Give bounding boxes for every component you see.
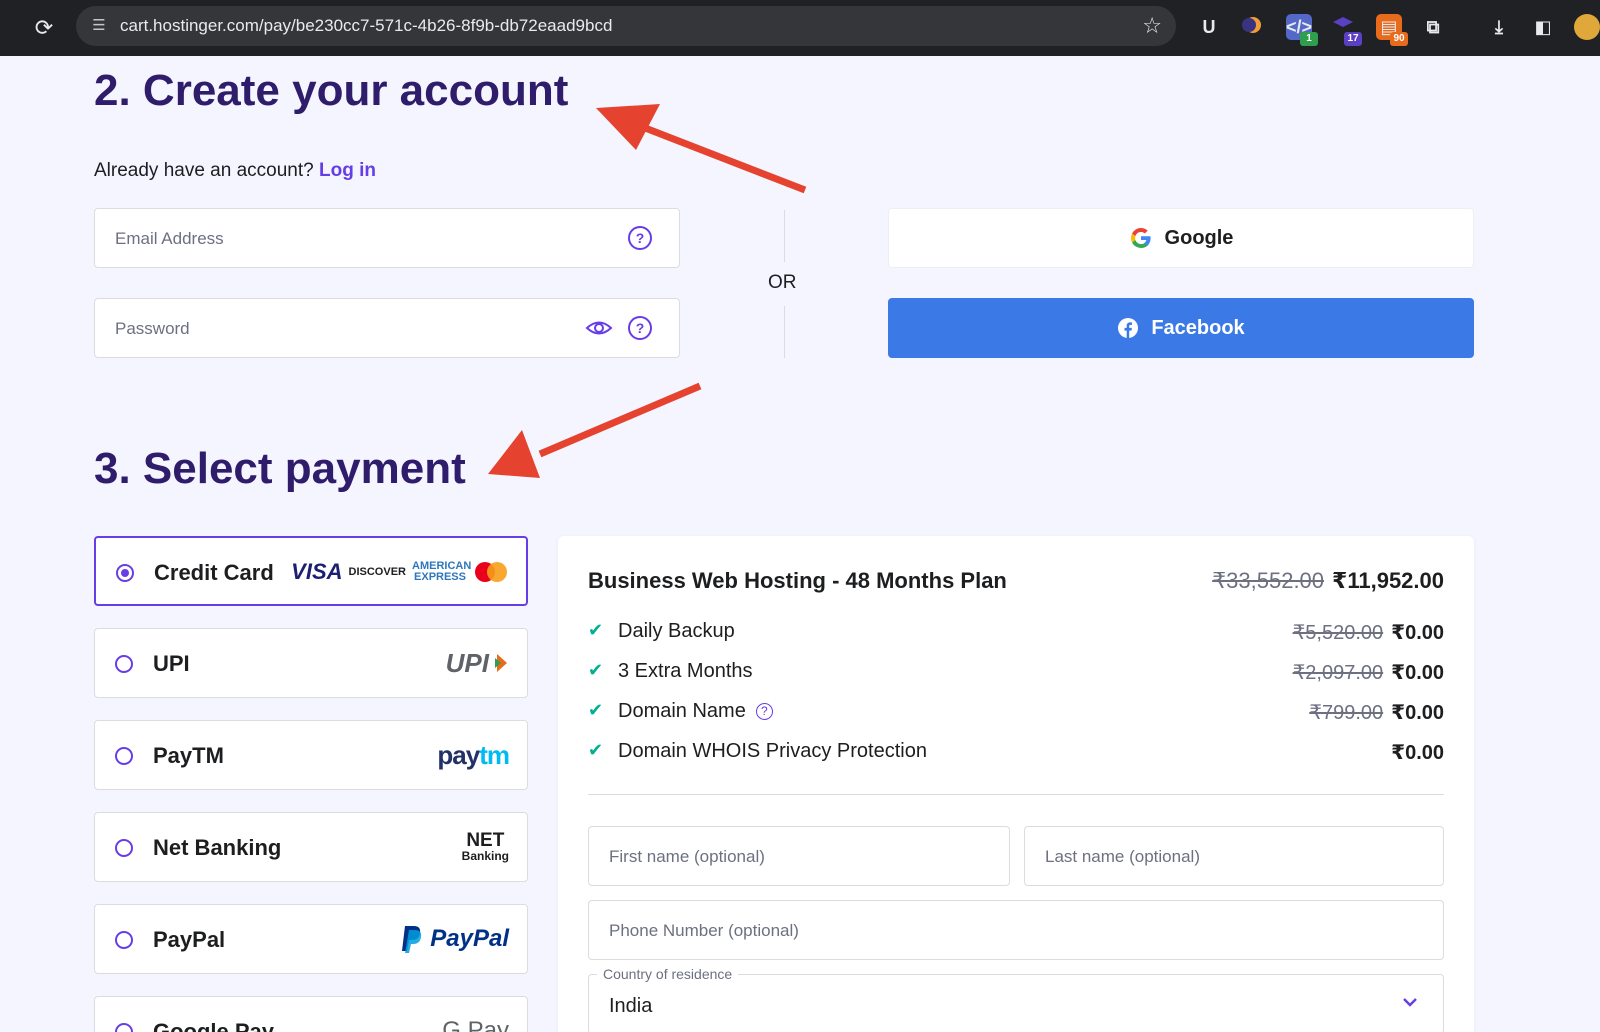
feature-old-price: ₹799.00 xyxy=(1309,702,1384,724)
paypal-logo-text: PayPal xyxy=(430,925,509,952)
domain-help-icon[interactable]: ? xyxy=(755,703,773,720)
annotation-arrow-account xyxy=(596,104,807,194)
feature-name: Daily Backup xyxy=(618,620,735,642)
plan-old-price: ₹33,552.00 xyxy=(1212,568,1325,593)
annotation-arrow-payment xyxy=(488,382,702,478)
country-value: India xyxy=(609,995,653,1017)
visa-logo: VISA xyxy=(291,559,343,584)
country-label: Country of residence xyxy=(597,966,739,982)
paypal-p-icon xyxy=(402,926,422,953)
feature-current-price: ₹0.00 xyxy=(1391,742,1444,764)
payment-option-paytm[interactable]: PayTM paytm xyxy=(94,720,528,790)
feature-price: ₹0.00 xyxy=(1391,740,1444,765)
feature-name-with-help: Domain Name? xyxy=(618,700,773,723)
feature-row: ✔ Domain WHOIS Privacy Protection ₹0.00 xyxy=(588,738,1444,766)
radio-unselected[interactable] xyxy=(115,747,133,765)
mastercard-logo xyxy=(475,562,507,582)
paytm-logo-pay: pay xyxy=(437,739,480,770)
feature-current-price: ₹0.00 xyxy=(1391,622,1444,644)
amex-logo: AMERICAN EXPRESS xyxy=(412,560,472,583)
card-network-logos: VISA DISCOVER AMERICAN EXPRESS xyxy=(291,552,508,592)
feature-name: Domain Name xyxy=(618,700,746,722)
feature-name: Domain WHOIS Privacy Protection xyxy=(618,740,927,762)
chevron-down-icon[interactable] xyxy=(1401,993,1419,1011)
feature-price: ₹799.00 ₹0.00 xyxy=(1309,700,1444,725)
first-name-field[interactable]: First name (optional) xyxy=(588,826,1010,886)
paypal-logo: PayPal xyxy=(400,919,509,959)
feature-row: ✔ 3 Extra Months ₹2,097.00 ₹0.00 xyxy=(588,658,1444,686)
check-icon: ✔ xyxy=(588,740,604,760)
feature-row: ✔ Domain Name? ₹799.00 ₹0.00 xyxy=(588,698,1444,726)
payment-option-paypal[interactable]: PayPal PayPal xyxy=(94,904,528,974)
upi-arrow-icon xyxy=(495,654,507,672)
radio-unselected[interactable] xyxy=(115,655,133,673)
summary-divider xyxy=(588,794,1444,795)
phone-number-field[interactable]: Phone Number (optional) xyxy=(588,900,1444,960)
check-icon: ✔ xyxy=(588,660,604,680)
discover-logo: DISCOVER xyxy=(348,566,406,578)
net-banking-logo-banking: Banking xyxy=(461,848,509,863)
google-pay-logo-text: G Pay xyxy=(442,1017,509,1032)
payment-option-label: Net Banking xyxy=(153,835,282,860)
feature-old-price: ₹2,097.00 xyxy=(1292,662,1384,684)
plan-price: ₹33,552.00 ₹11,952.00 xyxy=(1212,568,1444,594)
payment-option-label: PayPal xyxy=(153,927,226,952)
payment-option-label: Google Pay xyxy=(153,1019,275,1032)
order-summary-card: Business Web Hosting - 48 Months Plan ₹3… xyxy=(558,536,1474,1032)
radio-unselected[interactable] xyxy=(115,931,133,949)
paytm-logo-tm: tm xyxy=(479,739,510,770)
radio-selected[interactable] xyxy=(116,564,134,582)
upi-logo-text: UPI xyxy=(445,647,489,678)
plan-current-price: ₹11,952.00 xyxy=(1332,568,1444,593)
feature-name: 3 Extra Months xyxy=(618,660,753,682)
payment-option-label: Credit Card xyxy=(154,560,274,585)
feature-price: ₹2,097.00 ₹0.00 xyxy=(1293,660,1444,685)
check-icon: ✔ xyxy=(588,620,604,640)
plan-title: Business Web Hosting - 48 Months Plan xyxy=(588,568,1007,593)
check-icon: ✔ xyxy=(588,700,604,720)
upi-logo: UPI xyxy=(446,643,509,683)
payment-option-upi[interactable]: UPI UPI xyxy=(94,628,528,698)
first-name-placeholder: First name (optional) xyxy=(609,847,765,866)
payment-option-label: UPI xyxy=(153,651,190,676)
country-select[interactable]: Country of residence India xyxy=(588,966,1444,1032)
payment-option-label: PayTM xyxy=(153,743,224,768)
phone-placeholder: Phone Number (optional) xyxy=(609,921,799,940)
google-pay-logo: G Pay xyxy=(442,1011,509,1032)
net-banking-logo: NET Banking xyxy=(462,827,509,867)
feature-current-price: ₹0.00 xyxy=(1391,702,1444,724)
payment-option-google-pay[interactable]: Google Pay G Pay xyxy=(94,996,528,1032)
feature-current-price: ₹0.00 xyxy=(1391,662,1444,684)
paytm-logo: paytm xyxy=(437,735,510,775)
net-banking-logo-net: NET xyxy=(466,829,505,851)
select-payment-heading: 3. Select payment xyxy=(94,444,466,493)
radio-unselected[interactable] xyxy=(115,839,133,857)
last-name-field[interactable]: Last name (optional) xyxy=(1024,826,1444,886)
payment-option-net-banking[interactable]: Net Banking NET Banking xyxy=(94,812,528,882)
payment-option-credit-card[interactable]: Credit Card VISA DISCOVER AMERICAN EXPRE… xyxy=(94,536,528,606)
feature-row: ✔ Daily Backup ₹5,520.00 ₹0.00 xyxy=(588,618,1444,646)
feature-price: ₹5,520.00 ₹0.00 xyxy=(1293,620,1444,645)
radio-unselected[interactable] xyxy=(115,1023,133,1032)
feature-old-price: ₹5,520.00 xyxy=(1292,622,1384,644)
last-name-placeholder: Last name (optional) xyxy=(1045,847,1200,866)
